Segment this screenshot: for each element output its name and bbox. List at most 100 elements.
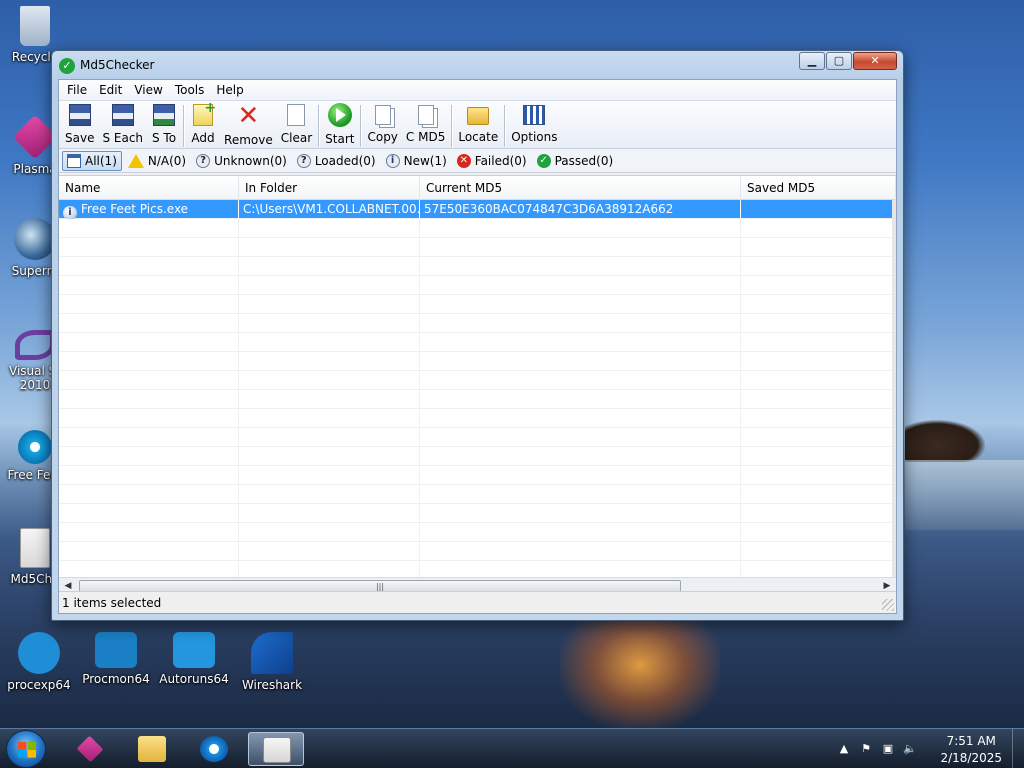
copy-md5-icon [417, 105, 434, 125]
toolbar: Save S Each S To + Add ✕ Remove Clear St… [59, 100, 896, 149]
filter-na-label: N/A(0) [147, 153, 187, 168]
file-list: Name In Folder Current MD5 Saved MD5 i Fr… [59, 175, 896, 595]
empty-row [59, 466, 896, 485]
filter-new[interactable]: i New(1) [382, 151, 451, 171]
action-center-flag-icon[interactable]: ⚑ [858, 742, 874, 756]
taskbar-explorer[interactable] [124, 732, 180, 766]
clock-time: 7:51 AM [946, 734, 996, 748]
save-to-icon [153, 104, 176, 126]
menu-help[interactable]: Help [210, 80, 249, 101]
list-rows: i Free Feet Pics.exe C:\Users\VM1.COLLABN… [59, 200, 896, 580]
wireshark-icon [251, 632, 293, 674]
filter-failed[interactable]: ✕ Failed(0) [453, 151, 531, 171]
locate-button[interactable]: Locate [454, 103, 502, 147]
copy-button[interactable]: Copy [363, 103, 401, 147]
shore [905, 460, 1024, 530]
column-name[interactable]: Name [59, 176, 239, 200]
desktop-icon-label: Autoruns64 [159, 672, 229, 686]
md5checker-icon [263, 737, 291, 763]
empty-row [59, 238, 896, 257]
toolbar-separator [360, 105, 362, 147]
window-title: Md5Checker [80, 58, 155, 72]
filter-unknown[interactable]: ? Unknown(0) [192, 151, 291, 171]
save-label: Save [65, 131, 95, 145]
menu-edit[interactable]: Edit [93, 80, 128, 101]
clear-icon [287, 104, 306, 126]
filter-na[interactable]: N/A(0) [124, 151, 190, 171]
taskbar-md5checker[interactable] [248, 732, 304, 766]
show-hidden-icons-icon[interactable]: ▲ [836, 742, 852, 756]
start-button[interactable] [6, 730, 46, 768]
copy-md5-label: C MD5 [405, 130, 446, 144]
add-button[interactable]: + Add [186, 100, 220, 147]
menu-view[interactable]: View [128, 80, 168, 101]
close-button[interactable]: ✕ [853, 52, 897, 70]
row-saved-md5 [741, 200, 896, 219]
filter-passed[interactable]: ✓ Passed(0) [533, 151, 618, 171]
internet-explorer-icon [200, 736, 228, 762]
row-folder: C:\Users\VM1.COLLABNET.00... [239, 200, 420, 219]
desktop-icon-procmon64[interactable]: Procmon64 [81, 632, 151, 686]
empty-row [59, 314, 896, 333]
loaded-icon: ? [296, 153, 311, 168]
save-each-button[interactable]: S Each [98, 103, 147, 147]
minimize-button[interactable]: ▁ [799, 52, 825, 70]
rock [905, 420, 985, 462]
column-current-md5[interactable]: Current MD5 [420, 176, 741, 200]
resize-grip-icon[interactable] [882, 599, 894, 611]
save-button[interactable]: Save [61, 103, 98, 147]
options-label: Options [511, 130, 558, 144]
copy-label: Copy [367, 130, 398, 144]
client-area: File Edit View Tools Help Save S Each S … [58, 79, 897, 614]
column-saved-md5[interactable]: Saved MD5 [741, 176, 896, 200]
desktop-icon-label: Wireshark [241, 678, 303, 692]
title-bar[interactable]: ✓ Md5Checker ▁ ▢ ✕ [52, 51, 903, 79]
save-to-button[interactable]: S To [147, 103, 181, 147]
clock-date: 2/18/2025 [940, 751, 1002, 765]
empty-row [59, 447, 896, 466]
filter-all[interactable]: All(1) [62, 150, 122, 171]
procexp-icon [18, 632, 60, 674]
filter-loaded[interactable]: ? Loaded(0) [293, 151, 380, 171]
table-row[interactable]: i Free Feet Pics.exe C:\Users\VM1.COLLABN… [59, 200, 896, 219]
filter-all-label: All(1) [85, 153, 117, 168]
row-name-cell: i Free Feet Pics.exe [59, 200, 239, 219]
options-icon [523, 105, 546, 125]
desktop-icon-wireshark[interactable]: Wireshark [237, 632, 307, 692]
procmon-icon [95, 632, 137, 668]
plasma-app-icon [76, 735, 104, 763]
clear-button[interactable]: Clear [277, 103, 316, 147]
empty-row [59, 219, 896, 238]
remove-button[interactable]: ✕ Remove [220, 103, 277, 147]
windows-logo-icon [18, 742, 36, 758]
volume-muted-icon[interactable]: 🔈 [902, 742, 918, 756]
remove-label: Remove [224, 133, 273, 147]
taskbar-clock[interactable]: 7:51 AM 2/18/2025 [940, 733, 1002, 767]
md5checker-shortcut-icon [20, 528, 50, 568]
desktop-icon-autoruns64[interactable]: Autoruns64 [159, 632, 229, 686]
filter-bar: All(1) N/A(0) ? Unknown(0) ? Loaded(0) i… [59, 149, 896, 173]
menu-file[interactable]: File [61, 80, 93, 101]
show-desktop-button[interactable] [1012, 729, 1024, 769]
list-header: Name In Folder Current MD5 Saved MD5 [59, 176, 896, 200]
copy-md5-button[interactable]: C MD5 [402, 103, 449, 147]
maximize-button[interactable]: ▢ [826, 52, 852, 70]
network-icon[interactable]: ▣ [880, 742, 896, 756]
maximize-icon: ▢ [833, 54, 845, 67]
vertical-scrollbar[interactable] [892, 200, 896, 577]
desktop-icon-procexp64[interactable]: procexp64 [4, 632, 74, 692]
passed-icon: ✓ [536, 153, 551, 168]
filter-new-label: New(1) [403, 153, 447, 168]
taskbar-internet-explorer[interactable] [186, 732, 242, 766]
clear-label: Clear [280, 131, 313, 145]
column-in-folder[interactable]: In Folder [239, 176, 420, 200]
options-button[interactable]: Options [507, 103, 561, 147]
empty-row [59, 523, 896, 542]
start-button[interactable]: Start [321, 103, 358, 147]
empty-row [59, 542, 896, 561]
empty-row [59, 409, 896, 428]
menu-tools[interactable]: Tools [169, 80, 211, 101]
taskbar-plasma[interactable] [62, 732, 118, 766]
filter-failed-label: Failed(0) [474, 153, 527, 168]
system-tray: ▲ ⚑ ▣ 🔈 7:51 AM 2/18/2025 [834, 729, 1024, 769]
